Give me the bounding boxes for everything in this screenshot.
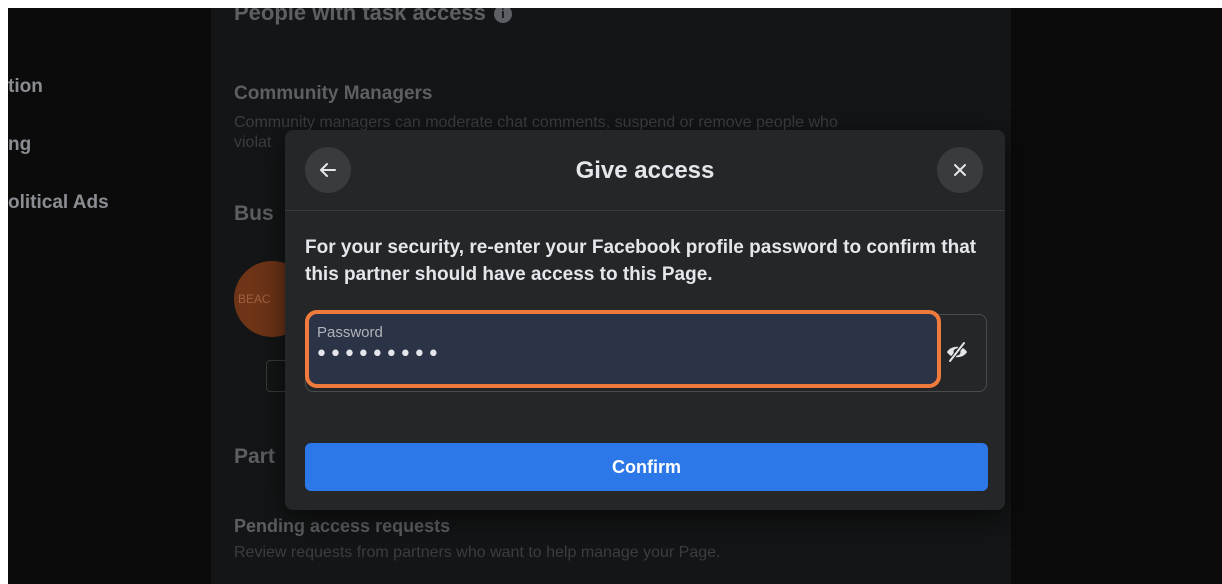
dialog-title: Give access xyxy=(575,157,715,184)
dialog-header: Give access xyxy=(285,130,1005,211)
pending-requests-heading: Pending access requests xyxy=(234,516,451,536)
info-icon[interactable]: i xyxy=(493,8,512,24)
security-message: For your security, re-enter your Faceboo… xyxy=(305,237,977,285)
close-button[interactable] xyxy=(937,147,983,193)
sidebar-item-branding[interactable]: ng xyxy=(8,134,31,156)
password-field-highlight[interactable]: Password xyxy=(305,310,941,388)
screen: tion ng olitical Ads People with task ac… xyxy=(8,8,1222,584)
confirm-button[interactable]: Confirm xyxy=(305,443,988,491)
password-label: Password xyxy=(317,324,383,341)
password-input[interactable] xyxy=(315,342,875,367)
close-icon xyxy=(954,164,966,176)
toggle-password-visibility[interactable] xyxy=(941,336,973,368)
sidebar-item-information[interactable]: tion xyxy=(8,76,43,98)
sidebar-item-label: ng xyxy=(8,134,32,155)
sidebar-item-label: tion xyxy=(8,76,43,97)
pending-requests-description: Review requests from partners who want t… xyxy=(234,544,721,561)
sidebar-item-label: olitical Ads xyxy=(8,192,109,213)
partners-heading: Part xyxy=(234,445,275,468)
business-heading: Bus xyxy=(234,202,274,225)
people-heading: People with task access i xyxy=(234,8,512,26)
community-managers-heading: Community Managers xyxy=(234,83,433,104)
sidebar-item-political-ads[interactable]: olitical Ads xyxy=(8,192,109,214)
eye-slash-icon xyxy=(947,341,967,363)
community-managers-description-cont: violat xyxy=(234,134,272,151)
give-access-dialog: Give access For your security, re-enter … xyxy=(285,130,1005,510)
